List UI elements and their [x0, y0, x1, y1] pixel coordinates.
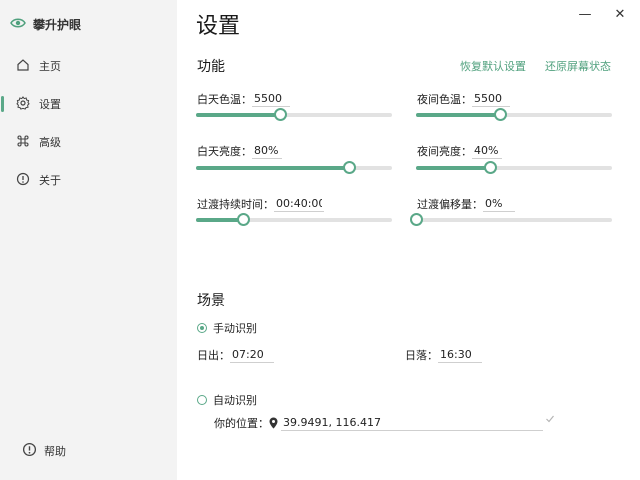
manual-radio[interactable]: 手动识别: [197, 320, 257, 336]
sunrise-field: 日出：: [197, 347, 274, 363]
features-title: 功能: [197, 59, 225, 75]
command-icon: [16, 134, 30, 151]
sidebar-item-settings[interactable]: 设置: [0, 90, 177, 118]
manual-radio-label: 手动识别: [213, 322, 257, 335]
night-brightness-slider[interactable]: [416, 161, 612, 175]
transition-duration-slider[interactable]: [196, 213, 392, 227]
radio-dot: [200, 326, 204, 330]
app-title-text: 攀升护眼: [33, 18, 82, 32]
sunset-field: 日落：: [405, 347, 482, 363]
help-label: 帮助: [44, 445, 66, 458]
help-icon: [22, 442, 37, 460]
sidebar-item-about[interactable]: 关于: [0, 166, 177, 194]
eye-logo-icon: [10, 17, 26, 32]
restore-defaults-link[interactable]: 恢复默认设置: [460, 58, 526, 74]
sidebar-item-label: 设置: [39, 98, 61, 111]
transition-duration-input[interactable]: [274, 196, 324, 212]
location-input[interactable]: [281, 415, 543, 431]
sidebar-item-home[interactable]: 主页: [0, 52, 177, 80]
close-button[interactable]: ✕: [612, 6, 628, 22]
sidebar-item-label: 高级: [39, 136, 61, 149]
gear-icon: [16, 95, 30, 113]
radio-circle[interactable]: [197, 395, 207, 405]
sunset-label: 日落：: [405, 349, 438, 362]
night-temp-label: 夜间色温：: [417, 93, 472, 106]
minimize-button[interactable]: —: [577, 6, 593, 22]
day-temp-field: 白天色温：: [197, 91, 290, 107]
transition-duration-field: 过渡持续时间：: [197, 196, 324, 212]
auto-radio-label: 自动识别: [213, 394, 257, 407]
sidebar-item-label: 关于: [39, 174, 61, 187]
location-label: 你的位置：: [214, 417, 269, 430]
auto-radio[interactable]: 自动识别: [197, 392, 257, 408]
night-brightness-label: 夜间亮度：: [417, 145, 472, 158]
help-button[interactable]: 帮助: [22, 442, 66, 460]
sunrise-label: 日出：: [197, 349, 230, 362]
close-icon: ✕: [614, 6, 626, 22]
sunset-input[interactable]: [438, 347, 482, 363]
night-temp-slider[interactable]: [416, 108, 612, 122]
slider-thumb[interactable]: [237, 213, 251, 226]
night-temp-field: 夜间色温：: [417, 91, 510, 107]
day-brightness-label: 白天亮度：: [197, 145, 252, 158]
day-temp-slider[interactable]: [196, 108, 392, 122]
transition-offset-field: 过渡偏移量：: [417, 196, 515, 212]
slider-thumb[interactable]: [342, 161, 356, 174]
slider-thumb[interactable]: [484, 161, 498, 174]
page-title: 设置: [196, 14, 241, 39]
slider-thumb[interactable]: [494, 108, 508, 121]
home-icon: [16, 58, 30, 75]
restore-screen-link[interactable]: 还原屏幕状态: [545, 58, 611, 74]
day-brightness-input[interactable]: [252, 143, 282, 159]
location-field: 你的位置：: [214, 415, 543, 431]
transition-duration-label: 过渡持续时间：: [197, 198, 274, 211]
sunrise-input[interactable]: [230, 347, 274, 363]
transition-offset-input[interactable]: [483, 196, 515, 212]
confirm-check-icon[interactable]: [545, 414, 555, 427]
radio-circle[interactable]: [197, 323, 207, 333]
app-title: 攀升护眼: [10, 16, 81, 33]
minimize-icon: —: [578, 6, 592, 22]
night-brightness-input[interactable]: [472, 143, 502, 159]
day-brightness-field: 白天亮度：: [197, 143, 282, 159]
info-icon: [16, 172, 30, 189]
transition-offset-slider[interactable]: [410, 213, 612, 227]
day-temp-label: 白天色温：: [197, 93, 252, 106]
slider-thumb[interactable]: [274, 108, 288, 121]
day-temp-input[interactable]: [252, 91, 290, 107]
slider-thumb[interactable]: [410, 213, 423, 226]
sidebar: 攀升护眼 主页 设置 高级 关于 帮助: [0, 0, 177, 480]
night-temp-input[interactable]: [472, 91, 510, 107]
sidebar-item-advanced[interactable]: 高级: [0, 128, 177, 156]
sidebar-item-label: 主页: [39, 60, 61, 73]
night-brightness-field: 夜间亮度：: [417, 143, 502, 159]
day-brightness-slider[interactable]: [196, 161, 392, 175]
location-pin-icon: [269, 417, 278, 429]
transition-offset-label: 过渡偏移量：: [417, 198, 483, 211]
scene-title: 场景: [197, 293, 225, 309]
